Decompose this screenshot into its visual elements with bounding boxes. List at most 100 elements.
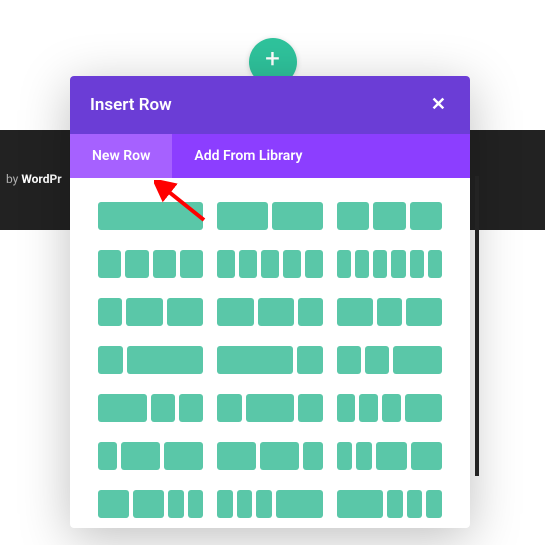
column-block xyxy=(237,490,253,518)
column-block xyxy=(359,394,378,422)
layout-option-3[interactable] xyxy=(98,250,203,278)
column-block xyxy=(167,298,204,326)
column-block xyxy=(303,442,322,470)
column-block xyxy=(217,442,256,470)
insert-row-modal: Insert Row ✕ New Row Add From Library xyxy=(70,76,470,528)
layout-option-12[interactable] xyxy=(98,394,203,422)
column-block xyxy=(125,250,148,278)
column-block xyxy=(179,394,203,422)
modal-title: Insert Row xyxy=(90,95,172,115)
column-block xyxy=(337,202,369,230)
column-block xyxy=(276,490,323,518)
layout-option-2[interactable] xyxy=(337,202,442,230)
column-block xyxy=(391,250,405,278)
column-block xyxy=(98,346,123,374)
column-block xyxy=(365,346,389,374)
column-block xyxy=(410,202,442,230)
layout-option-17[interactable] xyxy=(337,442,442,470)
footer-prefix: by xyxy=(6,172,21,186)
column-block xyxy=(168,490,184,518)
footer-brand: WordPr xyxy=(21,172,61,186)
column-block xyxy=(151,394,175,422)
column-block xyxy=(153,250,176,278)
tab-add-from-library[interactable]: Add From Library xyxy=(172,134,324,178)
plus-icon: + xyxy=(265,46,280,72)
column-block xyxy=(298,298,322,326)
layout-option-20[interactable] xyxy=(337,490,442,518)
column-block xyxy=(407,490,423,518)
column-block xyxy=(272,202,323,230)
layout-option-11[interactable] xyxy=(337,346,442,374)
layout-option-19[interactable] xyxy=(217,490,322,518)
column-block xyxy=(337,442,353,470)
column-block xyxy=(428,250,442,278)
column-block xyxy=(337,298,374,326)
column-block xyxy=(356,442,372,470)
column-block xyxy=(411,442,442,470)
column-block xyxy=(297,346,322,374)
layout-option-10[interactable] xyxy=(217,346,322,374)
column-block xyxy=(98,298,122,326)
modal-header: Insert Row ✕ xyxy=(70,76,470,134)
layout-option-16[interactable] xyxy=(217,442,322,470)
column-block xyxy=(217,298,254,326)
column-block xyxy=(337,250,351,278)
column-block xyxy=(426,490,442,518)
layout-option-15[interactable] xyxy=(98,442,203,470)
column-block xyxy=(387,490,403,518)
layout-option-7[interactable] xyxy=(217,298,322,326)
column-block xyxy=(98,490,129,518)
column-block xyxy=(126,298,163,326)
column-block xyxy=(133,490,164,518)
column-block xyxy=(121,442,160,470)
column-block xyxy=(217,250,235,278)
column-block xyxy=(127,346,203,374)
column-block xyxy=(98,394,147,422)
column-block xyxy=(217,490,233,518)
column-block xyxy=(410,250,424,278)
column-block xyxy=(217,394,241,422)
column-block xyxy=(260,442,299,470)
modal-scrollbar[interactable] xyxy=(475,176,479,476)
column-block xyxy=(405,394,442,422)
tab-new-row[interactable]: New Row xyxy=(70,134,172,178)
column-block xyxy=(382,394,401,422)
column-block xyxy=(337,490,384,518)
column-block xyxy=(261,250,279,278)
column-block xyxy=(98,442,117,470)
column-block xyxy=(258,298,295,326)
column-block xyxy=(239,250,257,278)
layout-option-14[interactable] xyxy=(337,394,442,422)
column-block xyxy=(305,250,323,278)
layout-option-1[interactable] xyxy=(217,202,322,230)
layout-grid xyxy=(98,202,442,518)
layout-option-13[interactable] xyxy=(217,394,322,422)
column-block xyxy=(376,442,407,470)
column-block xyxy=(98,202,203,230)
column-block xyxy=(217,346,293,374)
column-block xyxy=(373,202,405,230)
column-block xyxy=(246,394,295,422)
layout-option-4[interactable] xyxy=(217,250,322,278)
column-block xyxy=(256,490,272,518)
modal-body xyxy=(70,178,470,528)
layout-option-6[interactable] xyxy=(98,298,203,326)
column-block xyxy=(355,250,369,278)
column-block xyxy=(180,250,203,278)
layout-option-18[interactable] xyxy=(98,490,203,518)
layout-option-9[interactable] xyxy=(98,346,203,374)
column-block xyxy=(298,394,322,422)
close-icon[interactable]: ✕ xyxy=(427,92,450,118)
layout-option-5[interactable] xyxy=(337,250,442,278)
column-block xyxy=(337,394,356,422)
column-block xyxy=(337,346,361,374)
column-block xyxy=(373,250,387,278)
column-block xyxy=(188,490,204,518)
modal-tabs: New Row Add From Library xyxy=(70,134,470,178)
layout-option-8[interactable] xyxy=(337,298,442,326)
column-block xyxy=(406,298,443,326)
layout-option-0[interactable] xyxy=(98,202,203,230)
column-block xyxy=(164,442,203,470)
column-block xyxy=(377,298,401,326)
column-block xyxy=(393,346,442,374)
